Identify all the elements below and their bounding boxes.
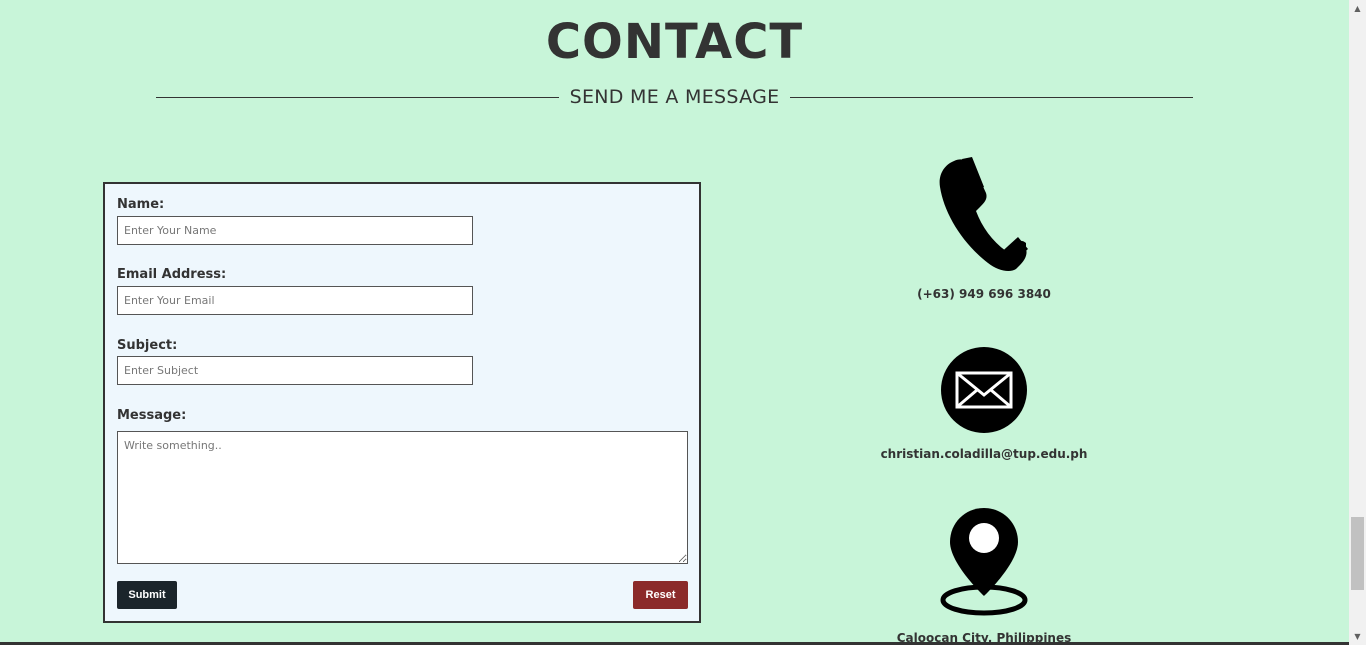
reset-button[interactable]: Reset xyxy=(633,581,688,609)
vertical-scrollbar[interactable]: ▲ ▼ xyxy=(1349,0,1366,645)
phone-text: (+63) 949 696 3840 xyxy=(917,287,1051,301)
divider-left xyxy=(156,96,559,98)
message-label: Message: xyxy=(117,408,187,423)
subject-label: Subject: xyxy=(117,338,178,353)
subtitle-text: SEND ME A MESSAGE xyxy=(569,86,780,108)
subject-input[interactable] xyxy=(117,356,473,385)
submit-button[interactable]: Submit xyxy=(117,581,177,609)
map-pin-icon xyxy=(940,508,1028,616)
scrollbar-thumb[interactable] xyxy=(1351,517,1364,590)
scroll-down-icon[interactable]: ▼ xyxy=(1349,628,1366,645)
name-label: Name: xyxy=(117,197,165,212)
phone-icon xyxy=(939,157,1028,271)
contact-form: Name: Email Address: Subject: Message: S… xyxy=(103,182,701,623)
email-text: christian.coladilla@tup.edu.ph xyxy=(880,447,1088,461)
message-textarea[interactable] xyxy=(117,431,688,564)
name-input[interactable] xyxy=(117,216,473,245)
contact-page: CONTACT SEND ME A MESSAGE Name: Email Ad… xyxy=(0,0,1366,645)
divider-right xyxy=(790,96,1194,98)
envelope-icon xyxy=(941,347,1027,433)
email-label: Email Address: xyxy=(117,267,227,282)
scroll-up-icon[interactable]: ▲ xyxy=(1349,0,1366,17)
email-input[interactable] xyxy=(117,286,473,315)
section-subtitle: SEND ME A MESSAGE xyxy=(156,84,1194,110)
page-title: CONTACT xyxy=(545,14,804,70)
